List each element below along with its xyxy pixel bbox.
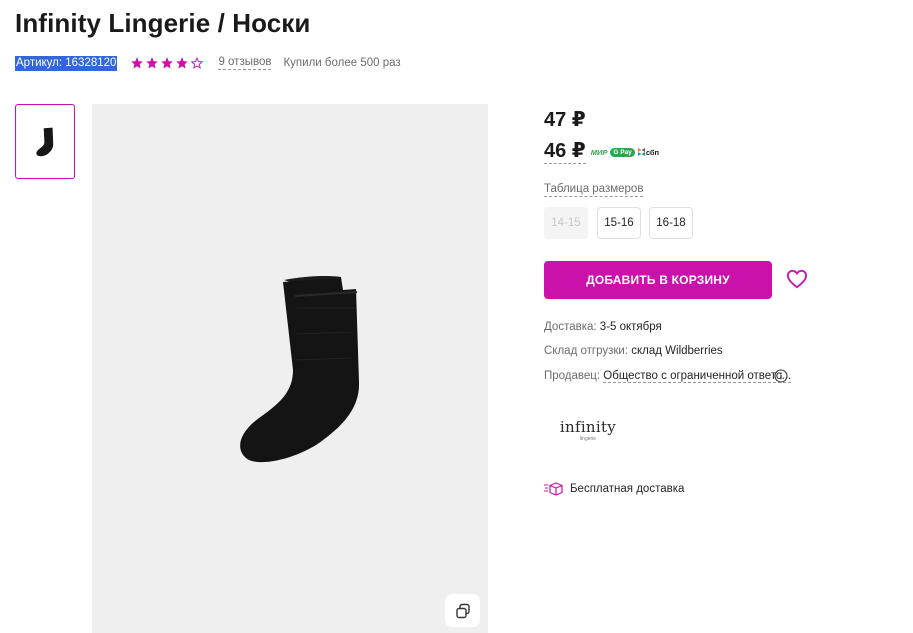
delivery-value: 3-5 октября: [599, 321, 662, 333]
seller-label: Продавец:: [544, 370, 601, 382]
sbp-icon: сбп: [637, 147, 660, 157]
brand-logo[interactable]: infinity lingerie: [556, 418, 620, 448]
sbp-label: сбп: [645, 147, 660, 157]
sock-image: [240, 276, 360, 463]
heart-icon[interactable]: [786, 269, 808, 289]
warehouse-info: Склад отгрузки: склад Wildberries: [544, 345, 723, 357]
sock-thumbnail-icon: [36, 127, 54, 156]
brand-logo-subtext: lingerie: [579, 436, 597, 442]
price-row: 46 ₽ МИР G Pay сбп: [544, 140, 659, 164]
delivery-info: Доставка: 3-5 октября: [544, 321, 662, 333]
size-table-link[interactable]: Таблица размеров: [544, 183, 644, 197]
delivery-box-icon: [544, 482, 563, 496]
star-empty-icon: [191, 56, 204, 69]
price-old: 47 ₽: [544, 109, 586, 131]
mir-pay-icon: МИР: [590, 147, 608, 157]
zoom-button[interactable]: [445, 594, 480, 627]
size-option-16-18[interactable]: 16-18: [649, 207, 693, 239]
info-icon[interactable]: [774, 369, 788, 383]
copy-icon: [455, 603, 470, 618]
free-delivery: Бесплатная доставка: [544, 482, 684, 496]
brand-logo-text: infinity: [559, 418, 617, 436]
warehouse-value: склад Wildberries: [631, 345, 723, 357]
add-to-cart-button[interactable]: ДОБАВИТЬ В КОРЗИНУ: [544, 261, 772, 299]
purchase-count: Купили более 500 раз: [283, 57, 401, 69]
size-option-15-16[interactable]: 15-16: [597, 207, 641, 239]
article-number[interactable]: Артикул: 16328120: [15, 55, 118, 71]
star-filled-icon: [146, 57, 159, 69]
seller-link[interactable]: Общество с ограниченной ответс...: [603, 370, 792, 383]
product-title: Infinity Lingerie / Носки: [15, 8, 311, 38]
rating-stars: [130, 56, 204, 70]
thumbnail-selected[interactable]: [15, 104, 75, 179]
payment-icons: МИР G Pay сбп: [590, 147, 660, 157]
g-pay-icon: G Pay: [610, 147, 635, 157]
sbp-logo-icon: [637, 148, 645, 156]
warehouse-label: Склад отгрузки:: [544, 345, 629, 357]
star-filled-icon: [176, 57, 189, 69]
seller-info: Продавец: Общество с ограниченной ответс…: [544, 370, 792, 383]
reviews-link[interactable]: 9 отзывов: [218, 56, 272, 70]
product-meta: Артикул: 16328120 9 отзывов Купили более…: [15, 55, 401, 71]
price-current[interactable]: 46 ₽: [544, 140, 586, 164]
star-filled-icon: [131, 57, 144, 69]
delivery-label: Доставка:: [544, 321, 597, 333]
star-filled-icon: [161, 57, 174, 69]
size-option-14-15: 14-15: [544, 207, 588, 239]
thumbnail-image: [17, 106, 73, 177]
free-delivery-label: Бесплатная доставка: [570, 483, 685, 495]
product-photo[interactable]: [92, 104, 488, 633]
